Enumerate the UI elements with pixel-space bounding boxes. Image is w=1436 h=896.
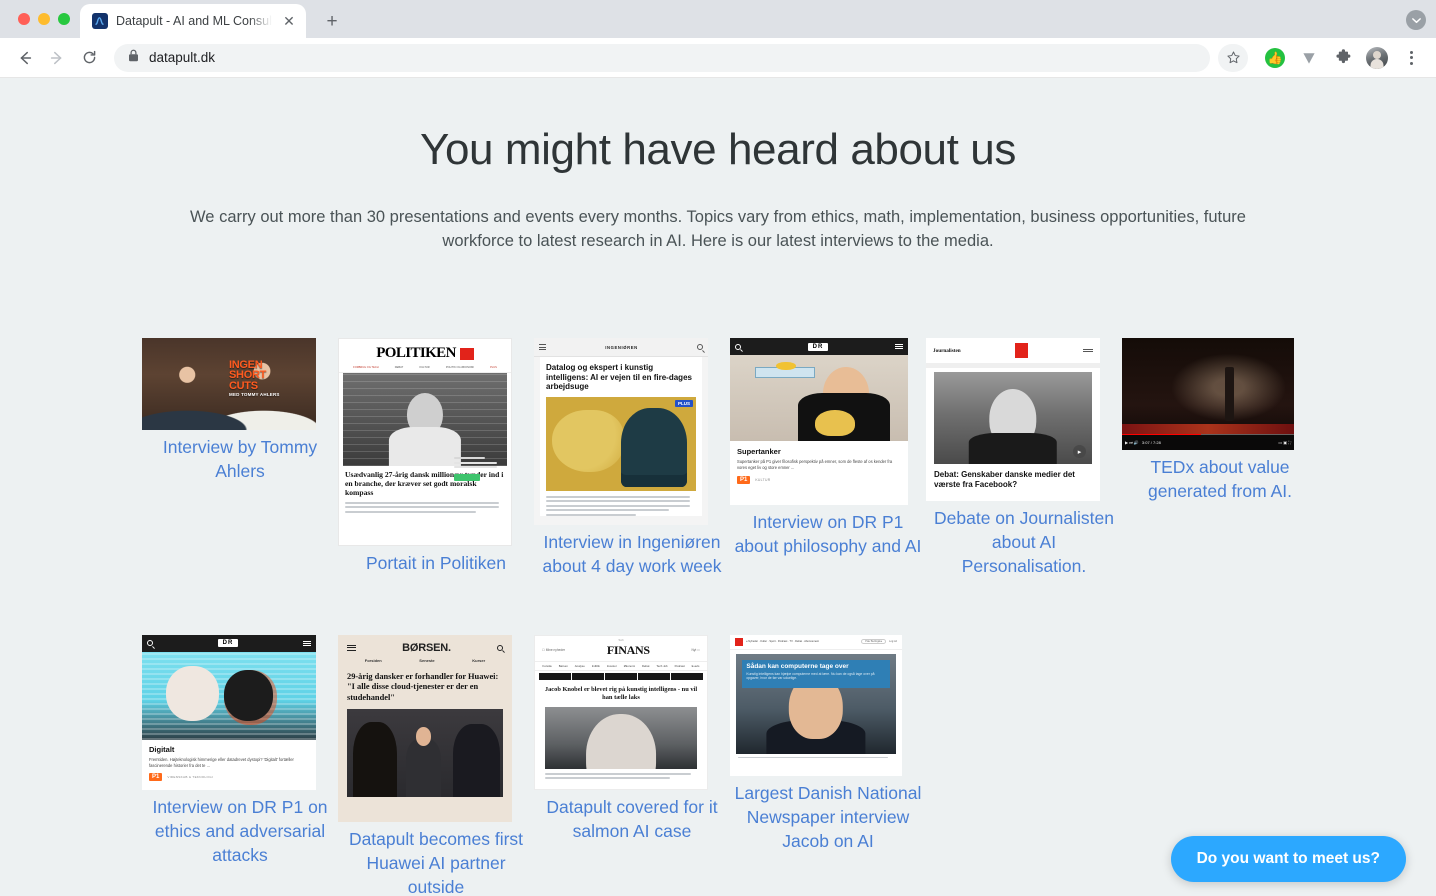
- profile-avatar[interactable]: [1364, 45, 1390, 71]
- tab-strip: Datapult - AI and ML Consultant ✕ +: [0, 0, 1436, 38]
- nav-item[interactable]: Forsiden: [365, 658, 382, 663]
- card-caption[interactable]: TEDx about value generated from AI.: [1122, 456, 1318, 504]
- close-window-button[interactable]: [18, 13, 30, 25]
- card-blurb: Fremtiden. Højteknologisk himmerige elle…: [149, 756, 294, 769]
- page-title: You might have heard about us: [420, 125, 1016, 174]
- bookmark-star-icon[interactable]: [1218, 43, 1248, 72]
- url-text: datapult.dk: [149, 50, 216, 65]
- thumbs-up-extension-icon[interactable]: 👍: [1262, 45, 1288, 71]
- extensions-puzzle-icon[interactable]: [1330, 45, 1356, 71]
- media-card[interactable]: INGENIØREN Datalog og ekspert i kunstig …: [534, 338, 730, 579]
- browser-tab[interactable]: Datapult - AI and ML Consultant ✕: [80, 4, 306, 38]
- address-bar[interactable]: datapult.dk: [114, 43, 1210, 72]
- lock-icon: [128, 49, 139, 67]
- player-controls[interactable]: ▶ ⏭ 🔊 3:07 / 7:28 ▭ ▣ ⛶: [1122, 433, 1294, 450]
- media-card[interactable]: Journalisten ▸ Debat: Genskaber danske m…: [926, 338, 1122, 579]
- card-thumbnail-borsen[interactable]: BØRSEN. Forsiden Seneste Kurser 29-årig …: [338, 634, 512, 822]
- card-thumbnail-politiken[interactable]: POLITIKEN FORBRUG OG TECH DEBAT KULTUR P…: [338, 338, 512, 546]
- card-caption[interactable]: Datapult becomes first Huawei AI partner…: [338, 828, 534, 896]
- nav-item[interactable]: Kurser: [472, 658, 485, 663]
- brand-label: DR: [807, 342, 829, 351]
- media-card[interactable]: POLITIKEN FORBRUG OG TECH DEBAT KULTUR P…: [338, 338, 534, 579]
- card-headline: Sådan kan computerne tage over: [746, 662, 849, 670]
- page-viewport: You might have heard about us We carry o…: [0, 78, 1436, 896]
- toolbar-icon-group: 👍: [1218, 43, 1426, 72]
- card-headline: Supertanker: [737, 447, 781, 456]
- card-thumbnail-national-newspaper[interactable]: ≡ Nyheder · Kultur · Sport · Podcast · T…: [730, 634, 902, 776]
- reload-icon[interactable]: [74, 43, 104, 73]
- maximize-window-button[interactable]: [58, 13, 70, 25]
- media-grid: INGEN SHORT CUTS MED TOMMY AHLERS Interview…: [142, 338, 1297, 896]
- card-headline: Debat: Genskaber danske medier det værst…: [934, 470, 1075, 489]
- headline-banner: Sådan kan computerne tage over Kunstig i…: [742, 659, 890, 688]
- card-caption[interactable]: Debate on Journalisten about AI Personal…: [926, 507, 1122, 579]
- chat-widget-button[interactable]: Do you want to meet us?: [1170, 836, 1406, 882]
- card-thumbnail-tedx[interactable]: ▶ ⏭ 🔊 3:07 / 7:28 ▭ ▣ ⛶: [1122, 338, 1294, 450]
- card-headline: Digitalt: [149, 744, 175, 754]
- v-extension-icon[interactable]: [1296, 45, 1322, 71]
- media-card[interactable]: INGEN SHORT CUTS MED TOMMY AHLERS Interview…: [142, 338, 338, 579]
- back-icon[interactable]: [10, 43, 40, 73]
- play-icon[interactable]: ▸: [1073, 445, 1086, 458]
- card-caption[interactable]: Interview by Tommy Ahlers: [142, 436, 338, 484]
- card-headline: 29-årig dansker er forhandler for Huawei…: [347, 671, 499, 702]
- tab-search-icon[interactable]: [1406, 10, 1426, 30]
- card-caption[interactable]: Datapult covered for it salmon AI case: [534, 796, 730, 844]
- card-caption[interactable]: Portait in Politiken: [338, 552, 534, 576]
- card-headline: Jacob Knobel er blevet rig på kunstig in…: [544, 685, 698, 701]
- tab-title: Datapult - AI and ML Consultant: [116, 14, 272, 28]
- new-tab-button[interactable]: +: [318, 7, 346, 35]
- brand-label: FINANS: [606, 642, 650, 657]
- card-thumbnail-dr-supertanker[interactable]: DR Supertanker Supertanker på P1 giver f…: [730, 338, 908, 505]
- card-thumbnail-finans[interactable]: Tech ☐ Mine nyheder FINANS Nyt ⚏ Forside…: [534, 634, 708, 790]
- tag-subtitle: KULTUR: [755, 478, 771, 483]
- media-card[interactable]: DR Supertanker Supertanker på P1 giver f…: [730, 338, 926, 579]
- card-caption[interactable]: Largest Danish National Newspaper interv…: [730, 782, 926, 854]
- forward-icon[interactable]: [42, 43, 72, 73]
- p1-tag: P1: [737, 476, 751, 485]
- close-icon[interactable]: ✕: [280, 12, 298, 30]
- plus-badge: PLUS: [674, 399, 693, 407]
- window-controls: [12, 0, 80, 38]
- p1-tag: P1: [149, 773, 163, 782]
- media-card[interactable]: Tech ☐ Mine nyheder FINANS Nyt ⚏ Forside…: [534, 634, 730, 896]
- card-caption[interactable]: Interview in Ingeniøren about 4 day work…: [534, 531, 730, 579]
- tag-subtitle: VIDENSKAB & TEKNOLOGI: [167, 775, 214, 780]
- nav-item[interactable]: Seneste: [419, 658, 434, 663]
- card-thumbnail-tommy-ahlers[interactable]: INGEN SHORT CUTS MED TOMMY AHLERS: [142, 338, 316, 430]
- brand-label: INGENIØREN: [605, 344, 638, 350]
- card-thumbnail-ingenioren[interactable]: INGENIØREN Datalog og ekspert i kunstig …: [534, 338, 708, 525]
- brand-label: Journalisten: [933, 347, 961, 354]
- card-headline: Datalog og ekspert i kunstig intelligens…: [546, 363, 692, 392]
- brand-label: DR: [217, 639, 239, 648]
- browser-window: Datapult - AI and ML Consultant ✕ + data…: [0, 0, 1436, 896]
- media-card[interactable]: ≡ Nyheder · Kultur · Sport · Podcast · T…: [730, 634, 926, 896]
- thumbnail-overlay-text: INGEN SHORT CUTS MED TOMMY AHLERS: [229, 359, 280, 398]
- youtube-player[interactable]: ▶ ⏭ 🔊 3:07 / 7:28 ▭ ▣ ⛶: [1122, 338, 1294, 450]
- media-card[interactable]: BØRSEN. Forsiden Seneste Kurser 29-årig …: [338, 634, 534, 896]
- card-blurb: Supertanker på P1 giver filosofisk persp…: [737, 459, 893, 471]
- browser-toolbar: datapult.dk 👍: [0, 38, 1436, 78]
- card-thumbnail-dr-digitalt[interactable]: DR Digitalt Fremtiden. Højteknologisk hi…: [142, 634, 316, 790]
- minimize-window-button[interactable]: [38, 13, 50, 25]
- datapult-favicon: [92, 13, 108, 29]
- media-card[interactable]: DR Digitalt Fremtiden. Højteknologisk hi…: [142, 634, 338, 896]
- card-caption[interactable]: Interview on DR P1 about philosophy and …: [730, 511, 926, 559]
- page-subtitle: We carry out more than 30 presentations …: [190, 208, 1246, 251]
- card-caption[interactable]: Interview on DR P1 on ethics and adversa…: [142, 796, 338, 868]
- brand-label: BØRSEN.: [402, 641, 451, 654]
- card-thumbnail-journalisten[interactable]: Journalisten ▸ Debat: Genskaber danske m…: [926, 338, 1100, 501]
- browser-menu-icon[interactable]: [1398, 45, 1424, 71]
- player-time: 3:07 / 7:28: [1141, 440, 1161, 446]
- media-card[interactable]: ▶ ⏭ 🔊 3:07 / 7:28 ▭ ▣ ⛶ TEDx about value…: [1122, 338, 1318, 579]
